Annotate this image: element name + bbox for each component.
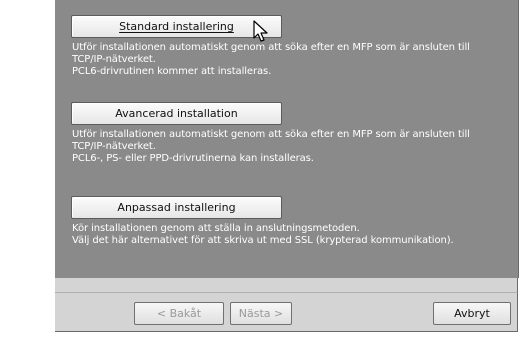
advanced-install-description: Utför installationen automatiskt genom a… bbox=[72, 129, 512, 165]
description-line: PCL6-drivrutinen kommer att installeras. bbox=[72, 66, 272, 77]
standard-install-description: Utför installationen automatiskt genom a… bbox=[72, 42, 512, 78]
advanced-install-label: Avancerad installation bbox=[115, 107, 238, 120]
advanced-install-button[interactable]: Avancerad installation bbox=[71, 102, 282, 125]
next-label: Nästa > bbox=[238, 307, 284, 320]
description-line: Kör installationen genom att ställa in a… bbox=[72, 223, 360, 234]
back-label: < Bakåt bbox=[156, 307, 202, 320]
custom-install-label: Anpassad installering bbox=[117, 201, 236, 214]
description-line: TCP/IP-nätverket. bbox=[72, 54, 156, 65]
standard-install-label: Standard installering bbox=[119, 20, 234, 33]
mouse-pointer-icon bbox=[253, 20, 268, 42]
cancel-label: Avbryt bbox=[454, 307, 490, 320]
description-line: Utför installationen automatiskt genom a… bbox=[72, 42, 470, 53]
description-line: PCL6-, PS- eller PPD-drivrutinerna kan i… bbox=[72, 153, 314, 164]
next-button[interactable]: Nästa > bbox=[230, 302, 292, 325]
installer-window: Standard installering Utför installation… bbox=[0, 0, 525, 338]
description-line: TCP/IP-nätverket. bbox=[72, 141, 156, 152]
cancel-button[interactable]: Avbryt bbox=[433, 302, 511, 325]
navigation-bar: < Bakåt Nästa > Avbryt bbox=[55, 292, 518, 332]
back-button[interactable]: < Bakåt bbox=[134, 302, 224, 325]
custom-install-button[interactable]: Anpassad installering bbox=[71, 196, 282, 219]
description-line: Välj det här alternativet för att skriva… bbox=[72, 235, 454, 246]
standard-install-button[interactable]: Standard installering bbox=[71, 15, 282, 38]
description-line: Utför installationen automatiskt genom a… bbox=[72, 129, 470, 140]
options-panel: Standard installering Utför installation… bbox=[55, 0, 519, 278]
divider-strip bbox=[55, 278, 518, 292]
custom-install-description: Kör installationen genom att ställa in a… bbox=[72, 223, 512, 247]
